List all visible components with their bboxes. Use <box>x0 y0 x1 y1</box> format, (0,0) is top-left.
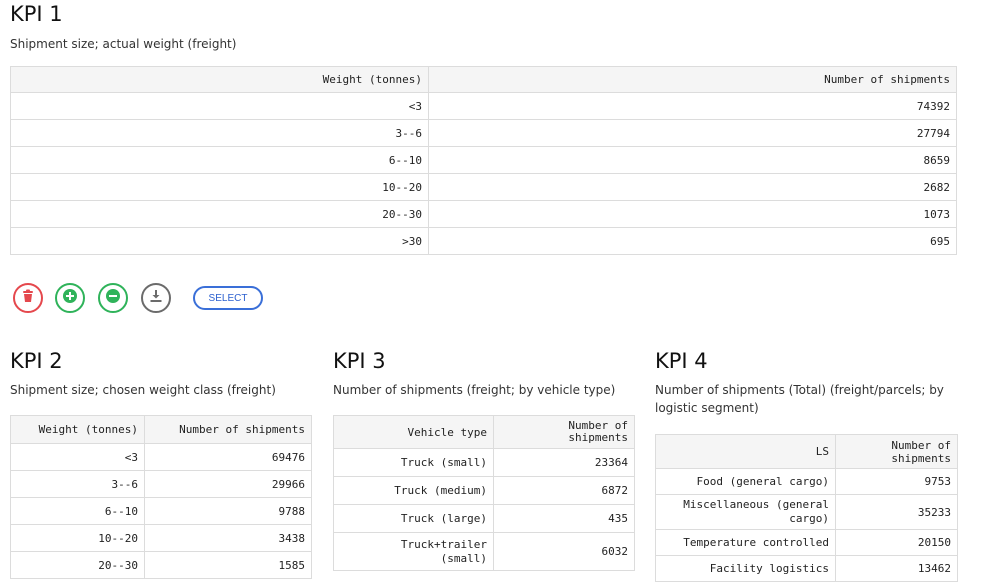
add-button[interactable] <box>55 283 85 313</box>
kpi3-table: Vehicle type Number of shipments Truck (… <box>333 415 635 571</box>
table-cell: 9788 <box>144 497 312 525</box>
kpi1-col-weight: Weight (tonnes) <box>10 66 429 93</box>
table-row: 10--20 2682 <box>10 173 957 201</box>
table-cell: 6032 <box>493 532 635 571</box>
table-row: 6--10 8659 <box>10 146 957 174</box>
table-cell: <3 <box>10 92 429 120</box>
kpi4-col-count: Number of shipments <box>835 434 958 469</box>
kpi2-subtitle: Shipment size; chosen weight class (frei… <box>10 383 276 397</box>
table-cell: 3438 <box>144 524 312 552</box>
table-cell: 3--6 <box>10 470 145 498</box>
table-cell: 29966 <box>144 470 312 498</box>
table-cell: <3 <box>10 443 145 471</box>
table-cell: 69476 <box>144 443 312 471</box>
kpi3-title: KPI 3 <box>333 349 386 373</box>
table-cell: 20--30 <box>10 551 145 579</box>
table-cell: 23364 <box>493 448 635 477</box>
select-button-label: SELECT <box>208 292 248 304</box>
table-cell: 20150 <box>835 529 958 556</box>
select-button[interactable]: SELECT <box>193 286 263 310</box>
table-cell: 1585 <box>144 551 312 579</box>
kpi3-col-count: Number of shipments <box>493 415 635 449</box>
table-row: Truck (small) 23364 <box>333 448 635 477</box>
plus-circle-icon <box>62 288 78 308</box>
kpi4-table: LS Number of shipments Food (general car… <box>655 434 958 582</box>
download-icon <box>148 288 164 308</box>
kpi1-col-count: Number of shipments <box>428 66 957 93</box>
kpi1-table: Weight (tonnes) Number of shipments <3 74… <box>10 66 957 255</box>
table-row: <3 74392 <box>10 92 957 120</box>
table-cell: 10--20 <box>10 524 145 552</box>
table-cell: 435 <box>493 504 635 533</box>
table-cell: 2682 <box>428 173 957 201</box>
table-row: 10--20 3438 <box>10 524 312 552</box>
table-cell: >30 <box>10 227 429 255</box>
kpi2-col-weight: Weight (tonnes) <box>10 415 145 444</box>
kpi2-col-count: Number of shipments <box>144 415 312 444</box>
download-button[interactable] <box>141 283 171 313</box>
table-cell: Truck (large) <box>333 504 494 533</box>
table-cell: 20--30 <box>10 200 429 228</box>
table-cell: Truck (small) <box>333 448 494 477</box>
table-row: Truck (large) 435 <box>333 504 635 533</box>
table-row: 20--30 1073 <box>10 200 957 228</box>
remove-button[interactable] <box>98 283 128 313</box>
table-row: <3 69476 <box>10 443 312 471</box>
table-cell: 10--20 <box>10 173 429 201</box>
table-cell: 695 <box>428 227 957 255</box>
kpi4-subtitle: Number of shipments (Total) (freight/par… <box>655 383 944 415</box>
table-cell: 9753 <box>835 468 958 495</box>
delete-button[interactable] <box>13 283 43 313</box>
table-cell: 1073 <box>428 200 957 228</box>
kpi4-col-ls: LS <box>655 434 836 469</box>
table-cell: 13462 <box>835 555 958 582</box>
table-row: 6--10 9788 <box>10 497 312 525</box>
kpi3-subtitle: Number of shipments (freight; by vehicle… <box>333 383 616 397</box>
table-cell: 74392 <box>428 92 957 120</box>
table-cell: Truck (medium) <box>333 476 494 505</box>
table-cell: 6--10 <box>10 146 429 174</box>
table-cell: Miscellaneous (general cargo) <box>655 494 836 530</box>
kpi3-col-vehicle: Vehicle type <box>333 415 494 449</box>
kpi2-title: KPI 2 <box>10 349 63 373</box>
table-cell: 8659 <box>428 146 957 174</box>
table-cell: Truck+trailer (small) <box>333 532 494 571</box>
table-row: Food (general cargo) 9753 <box>655 468 958 495</box>
kpi1-subtitle: Shipment size; actual weight (freight) <box>10 37 237 51</box>
table-cell: 27794 <box>428 119 957 147</box>
table-row: Truck (medium) 6872 <box>333 476 635 505</box>
table-cell: Food (general cargo) <box>655 468 836 495</box>
table-row: Miscellaneous (general cargo) 35233 <box>655 494 958 530</box>
table-cell: Facility logistics <box>655 555 836 582</box>
table-row: Temperature controlled 20150 <box>655 529 958 556</box>
table-row: >30 695 <box>10 227 957 255</box>
kpi1-title: KPI 1 <box>10 2 63 26</box>
table-row: 20--30 1585 <box>10 551 312 579</box>
table-cell: 3--6 <box>10 119 429 147</box>
table-cell: Temperature controlled <box>655 529 836 556</box>
trash-icon <box>20 288 36 308</box>
table-cell: 6872 <box>493 476 635 505</box>
table-cell: 35233 <box>835 494 958 530</box>
table-row: 3--6 29966 <box>10 470 312 498</box>
table-row: 3--6 27794 <box>10 119 957 147</box>
table-row: Facility logistics 13462 <box>655 555 958 582</box>
kpi2-table: Weight (tonnes) Number of shipments <3 69… <box>10 415 312 579</box>
minus-circle-icon <box>105 288 121 308</box>
table-cell: 6--10 <box>10 497 145 525</box>
kpi4-title: KPI 4 <box>655 349 708 373</box>
table-row: Truck+trailer (small) 6032 <box>333 532 635 571</box>
